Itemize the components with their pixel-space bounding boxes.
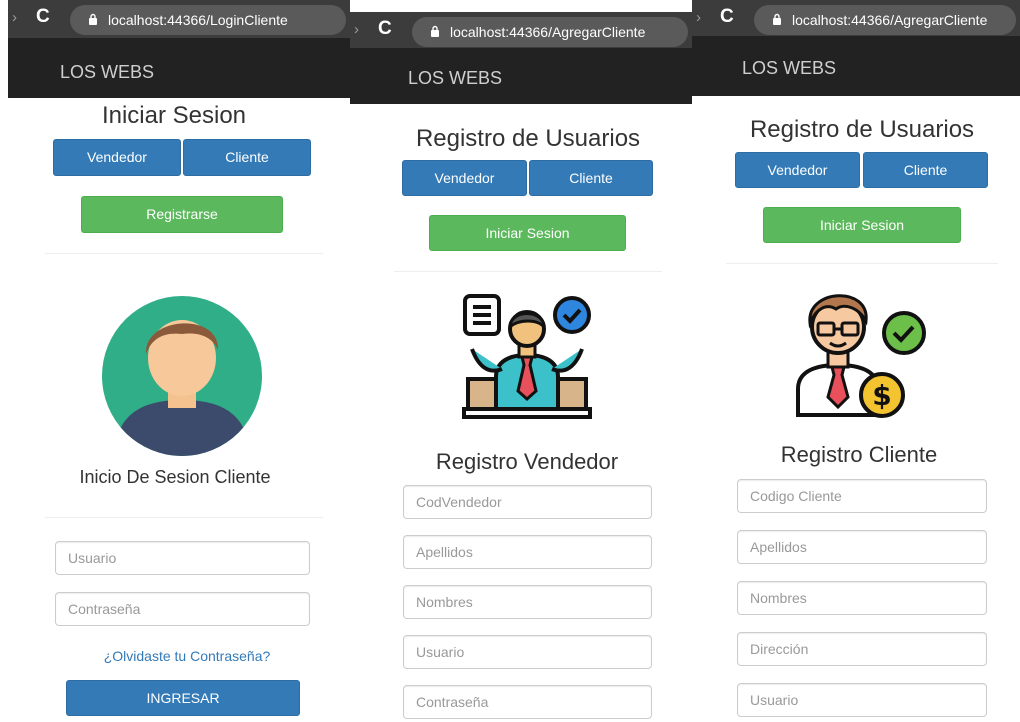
lock-icon: [431, 25, 439, 37]
address-url: localhost:44366/AgregarCliente: [450, 24, 646, 40]
app-navbar: LOS WEBS: [350, 48, 692, 104]
divider: [45, 253, 323, 254]
forward-icon[interactable]: ›: [354, 21, 359, 39]
app-navbar: LOS WEBS: [692, 36, 1020, 96]
app-navbar: LOS WEBS: [8, 38, 350, 98]
contrasena-input[interactable]: [55, 592, 310, 626]
forgot-password-link[interactable]: ¿Olvidaste tu Contraseña?: [8, 647, 350, 665]
vendedor-tab-button[interactable]: Vendedor: [53, 139, 181, 176]
nombres-input[interactable]: [737, 581, 987, 615]
registro-cliente-panel: › C localhost:44366/AgregarCliente LOS W…: [692, 0, 1020, 722]
page-title: Registro de Usuarios: [415, 125, 641, 152]
address-url: localhost:44366/AgregarCliente: [792, 12, 988, 28]
registro-vendedor-panel: › C localhost:44366/AgregarCliente LOS W…: [350, 0, 692, 722]
divider: [45, 517, 323, 518]
usuario-input[interactable]: [55, 541, 310, 575]
avatar-icon: [102, 296, 262, 456]
divider: [394, 271, 662, 272]
browser-toolbar: › C localhost:44366/LoginCliente: [8, 0, 350, 38]
form-subtitle: Registro Vendedor: [435, 449, 619, 474]
vendedor-tab-button[interactable]: Vendedor: [402, 160, 527, 196]
lock-icon: [773, 13, 781, 25]
brand-link[interactable]: LOS WEBS: [408, 68, 502, 88]
browser-toolbar: › C localhost:44366/AgregarCliente: [692, 0, 1020, 36]
brand-link[interactable]: LOS WEBS: [742, 58, 836, 78]
iniciar-sesion-button[interactable]: Iniciar Sesion: [429, 215, 626, 251]
apellidos-input[interactable]: [403, 535, 652, 569]
address-bar[interactable]: localhost:44366/AgregarCliente: [754, 5, 1016, 35]
codvendedor-input[interactable]: [403, 485, 652, 519]
direccion-input[interactable]: [737, 632, 987, 666]
svg-text:$: $: [872, 379, 891, 412]
lock-icon: [89, 13, 97, 25]
registrarse-button[interactable]: Registrarse: [81, 196, 283, 233]
form-subtitle: Registro Cliente: [780, 442, 938, 467]
usuario-input[interactable]: [403, 635, 652, 669]
page-title: Registro de Usuarios: [749, 116, 975, 143]
cliente-icon: $: [796, 294, 926, 418]
apellidos-input[interactable]: [737, 530, 987, 564]
reload-icon[interactable]: C: [378, 19, 392, 39]
ingresar-button[interactable]: INGRESAR: [66, 680, 300, 716]
vendedor-tab-button[interactable]: Vendedor: [735, 152, 860, 188]
forward-icon[interactable]: ›: [696, 9, 701, 27]
reload-icon[interactable]: C: [720, 7, 734, 27]
login-cliente-panel: › C localhost:44366/LoginCliente LOS WEB…: [8, 0, 350, 722]
iniciar-sesion-button[interactable]: Iniciar Sesion: [763, 207, 961, 243]
browser-toolbar: › C localhost:44366/AgregarCliente: [350, 12, 692, 48]
forward-icon[interactable]: ›: [12, 9, 17, 27]
contrasena-input[interactable]: [403, 685, 652, 719]
vendedor-icon: [462, 294, 592, 419]
cliente-tab-button[interactable]: Cliente: [529, 160, 653, 196]
address-bar[interactable]: localhost:44366/LoginCliente: [70, 5, 346, 35]
codigo-cliente-input[interactable]: [737, 479, 987, 513]
nombres-input[interactable]: [403, 585, 652, 619]
usuario-input[interactable]: [737, 683, 987, 717]
form-subtitle: Inicio De Sesion Cliente: [79, 467, 271, 487]
cliente-tab-button[interactable]: Cliente: [183, 139, 311, 176]
address-bar[interactable]: localhost:44366/AgregarCliente: [412, 17, 688, 47]
divider: [726, 263, 998, 264]
reload-icon[interactable]: C: [36, 7, 50, 27]
brand-link[interactable]: LOS WEBS: [60, 62, 154, 82]
address-url: localhost:44366/LoginCliente: [108, 12, 288, 28]
page-title: Iniciar Sesion: [101, 102, 247, 129]
cliente-tab-button[interactable]: Cliente: [863, 152, 988, 188]
